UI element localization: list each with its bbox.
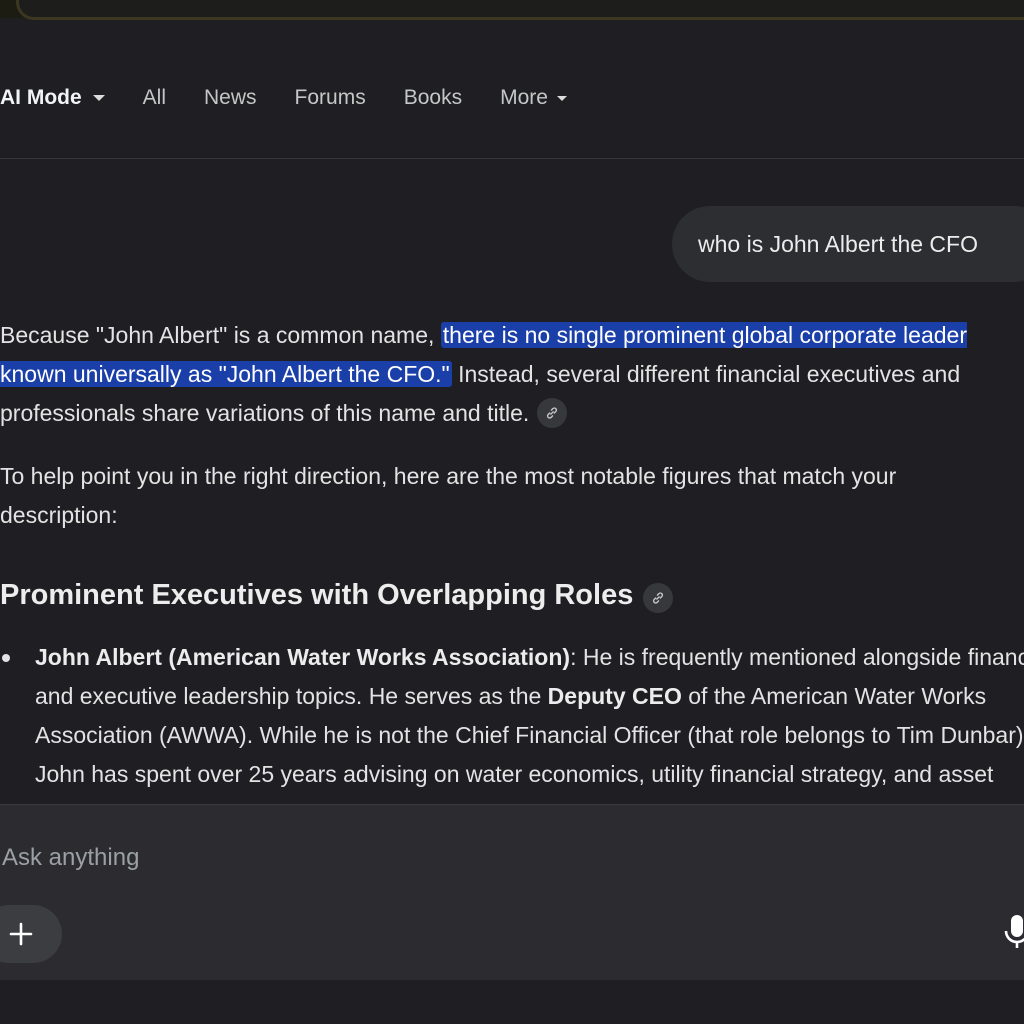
tab-forums[interactable]: Forums — [295, 86, 366, 110]
answer-second-paragraph: To help point you in the right direction… — [0, 463, 897, 528]
user-query-bubble: who is John Albert the CFO — [672, 206, 1024, 282]
page-bottom — [0, 980, 1024, 1024]
tab-label: Forums — [294, 86, 366, 109]
tab-all[interactable]: All — [143, 86, 166, 110]
tab-ai-mode[interactable]: AI Mode — [0, 86, 105, 110]
tab-label: AI Mode — [0, 86, 82, 109]
intro-text: Because "John Albert" is a common name, — [0, 322, 441, 348]
prompt-composer — [0, 804, 1024, 981]
tab-label: News — [204, 86, 257, 109]
link-icon — [547, 407, 558, 419]
caret-down-icon — [92, 95, 105, 101]
ai-mode-page: AI Mode All News Forums Books More who i… — [0, 0, 1024, 1024]
browser-top-strip — [0, 0, 1024, 20]
microphone-icon — [1004, 915, 1024, 948]
ask-input[interactable] — [0, 843, 904, 873]
search-mode-tabs: AI Mode All News Forums Books More — [0, 72, 1024, 124]
bullet-title: Deputy CEO — [547, 683, 682, 709]
user-query-text: who is John Albert the CFO — [698, 230, 978, 257]
section-heading: Prominent Executives with Overlapping Ro… — [0, 579, 1024, 613]
voice-input-button[interactable] — [1002, 912, 1024, 952]
tab-label: All — [142, 86, 167, 109]
tab-news[interactable]: News — [204, 86, 257, 110]
address-bar-edge[interactable] — [16, 0, 1024, 20]
bullet-name: John Albert (American Water Works Associ… — [35, 644, 571, 670]
heading-text: Prominent Executives with Overlapping Ro… — [0, 579, 634, 611]
tab-more[interactable]: More — [500, 86, 567, 110]
bullet-dot — [2, 654, 10, 662]
ai-answer: Because "John Albert" is a common name, … — [0, 316, 1024, 833]
heading-link-button[interactable] — [643, 582, 674, 613]
tab-books[interactable]: Books — [404, 86, 462, 110]
tab-label: Books — [403, 86, 463, 109]
add-button[interactable] — [0, 905, 62, 963]
answer-intro-paragraph: Because "John Albert" is a common name, … — [0, 316, 1020, 433]
tabs-divider — [0, 158, 1024, 159]
plus-icon — [9, 922, 33, 946]
link-icon — [653, 591, 664, 604]
caret-down-icon — [556, 95, 567, 101]
citation-link-button[interactable] — [537, 397, 568, 428]
tab-label: More — [500, 86, 548, 109]
